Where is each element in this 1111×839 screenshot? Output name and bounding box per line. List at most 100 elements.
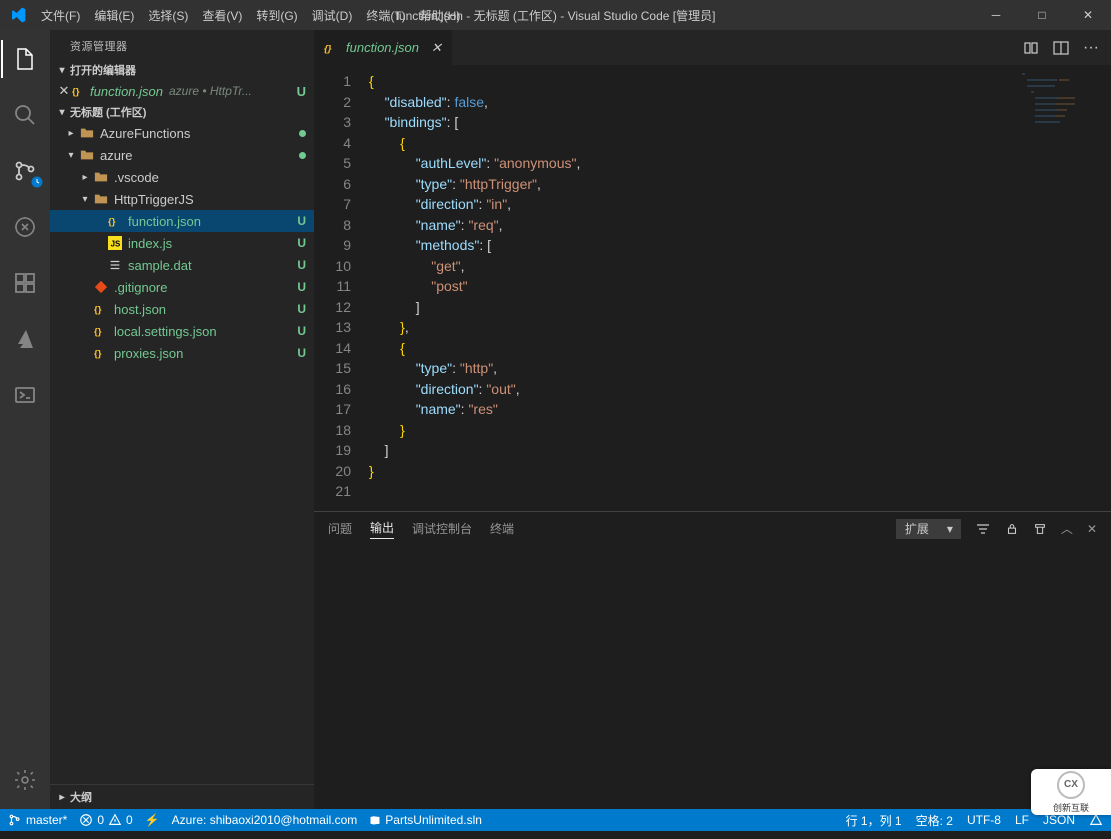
tree-label: sample.dat <box>128 258 192 273</box>
output-channel-select[interactable]: 扩展 <box>896 519 961 539</box>
solution-status[interactable]: PartsUnlimited.sln <box>369 813 482 827</box>
source-control-icon[interactable] <box>1 152 49 190</box>
activity-bar <box>0 30 50 809</box>
tree-label: azure <box>100 148 133 163</box>
workspace-section[interactable]: ▾无标题 (工作区) <box>50 102 314 122</box>
filter-icon[interactable] <box>975 521 991 537</box>
window-title: function.json - 无标题 (工作区) - Visual Studi… <box>396 7 716 24</box>
menu-item[interactable]: 查看(V) <box>196 7 248 24</box>
svg-text:{}: {} <box>94 349 102 360</box>
panel-tab[interactable]: 问题 <box>328 520 352 537</box>
minimap[interactable] <box>1017 71 1097 201</box>
menu-item[interactable]: 编辑(E) <box>88 7 140 24</box>
status-bar: master* 0 0 ⚡ Azure: shibaoxi2010@hotmai… <box>0 809 1111 831</box>
editor-tabs: {} function.json ✕ ··· <box>314 30 1111 65</box>
close-icon[interactable]: ✕ <box>56 83 72 99</box>
azure-icon[interactable] <box>1 320 49 358</box>
json-icon: {} <box>92 302 110 316</box>
file-item[interactable]: {}local.settings.jsonU <box>50 320 314 342</box>
tree-label: AzureFunctions <box>100 126 190 141</box>
maximize-button[interactable]: □ <box>1019 0 1065 30</box>
json-icon: {} <box>92 346 110 360</box>
more-icon[interactable]: ··· <box>1083 39 1099 57</box>
settings-gear-icon[interactable] <box>1 761 49 799</box>
tab-function-json[interactable]: {} function.json ✕ <box>314 30 453 65</box>
svg-text:{}: {} <box>108 217 116 228</box>
code-content[interactable]: { "disabled": false, "bindings": [ { "au… <box>369 65 1111 511</box>
tree-label: HttpTriggerJS <box>114 192 194 207</box>
file-item[interactable]: {}host.jsonU <box>50 298 314 320</box>
folder-item[interactable]: ▸AzureFunctions <box>50 122 314 144</box>
eol-status[interactable]: LF <box>1015 813 1029 827</box>
js-icon: JS <box>106 236 124 250</box>
sidebar: 资源管理器 ▾打开的编辑器 ✕ {} function.json azure •… <box>50 30 314 809</box>
git-branch-status[interactable]: master* <box>8 813 67 827</box>
code-editor[interactable]: 123456789101112131415161718192021 { "dis… <box>314 65 1111 511</box>
tree-label: index.js <box>128 236 172 251</box>
json-icon: {} <box>106 214 124 228</box>
file-item[interactable]: JSindex.jsU <box>50 232 314 254</box>
explorer-icon[interactable] <box>1 40 49 78</box>
menu-item[interactable]: 转到(G) <box>250 7 303 24</box>
azure-functions-status[interactable]: ⚡ <box>145 813 160 827</box>
azure-account-status[interactable]: Azure: shibaoxi2010@hotmail.com <box>172 813 358 827</box>
folder-item[interactable]: ▾azure <box>50 144 314 166</box>
file-item[interactable]: {}proxies.jsonU <box>50 342 314 364</box>
folder-icon <box>78 148 96 162</box>
json-icon: {} <box>92 324 110 338</box>
svg-text:{}: {} <box>94 327 102 338</box>
title-bar: 文件(F)编辑(E)选择(S)查看(V)转到(G)调试(D)终端(T)帮助(H)… <box>0 0 1111 30</box>
problems-status[interactable]: 0 0 <box>79 813 132 827</box>
collapse-panel-icon[interactable]: ︿ <box>1061 520 1073 537</box>
line-numbers: 123456789101112131415161718192021 <box>314 65 369 511</box>
tree-label: proxies.json <box>114 346 183 361</box>
feedback-icon[interactable] <box>1089 813 1103 827</box>
split-editor-icon[interactable] <box>1053 40 1069 56</box>
clear-icon[interactable] <box>1033 522 1047 536</box>
json-file-icon: {} <box>72 84 86 98</box>
search-icon[interactable] <box>1 96 49 134</box>
close-icon[interactable]: ✕ <box>431 40 442 56</box>
svg-text:JS: JS <box>111 240 121 249</box>
cursor-position-status[interactable]: 行 1，列 1 <box>846 812 902 829</box>
file-item[interactable]: sample.datU <box>50 254 314 276</box>
close-button[interactable]: ✕ <box>1065 0 1111 30</box>
panel-tab[interactable]: 调试控制台 <box>412 520 472 537</box>
file-tree: ▸AzureFunctions▾azure▸.vscode▾HttpTrigge… <box>50 122 314 364</box>
tree-label: local.settings.json <box>114 324 217 339</box>
debug-icon[interactable] <box>1 208 49 246</box>
open-editor-item[interactable]: ✕ {} function.json azure • HttpTr... U <box>50 80 314 102</box>
encoding-status[interactable]: UTF-8 <box>967 813 1001 827</box>
editor-area: {} function.json ✕ ··· 12345678910111213… <box>314 30 1111 809</box>
sidebar-title: 资源管理器 <box>50 30 314 60</box>
svg-text:{}: {} <box>72 87 80 98</box>
file-item[interactable]: {}function.jsonU <box>50 210 314 232</box>
folder-item[interactable]: ▾HttpTriggerJS <box>50 188 314 210</box>
lock-icon[interactable] <box>1005 522 1019 536</box>
compare-icon[interactable] <box>1023 40 1039 56</box>
tree-label: .vscode <box>114 170 159 185</box>
tree-label: function.json <box>128 214 201 229</box>
output-content[interactable] <box>314 545 1111 809</box>
open-editors-section[interactable]: ▾打开的编辑器 <box>50 60 314 80</box>
file-item[interactable]: .gitignoreU <box>50 276 314 298</box>
json-file-icon: {} <box>324 41 340 55</box>
bottom-panel: 问题 输出 调试控制台 终端 扩展 ︿ ✕ <box>314 511 1111 809</box>
panel-tab[interactable]: 终端 <box>490 520 514 537</box>
close-panel-icon[interactable]: ✕ <box>1087 522 1097 536</box>
menu-item[interactable]: 文件(F) <box>35 7 86 24</box>
minimize-button[interactable]: ─ <box>973 0 1019 30</box>
menu-item[interactable]: 选择(S) <box>142 7 194 24</box>
menu-item[interactable]: 调试(D) <box>306 7 359 24</box>
panel-tabs: 问题 输出 调试控制台 终端 扩展 ︿ ✕ <box>314 512 1111 545</box>
editor-scrollbar[interactable] <box>1097 65 1111 511</box>
powershell-icon[interactable] <box>1 376 49 414</box>
language-status[interactable]: JSON <box>1043 813 1075 827</box>
extensions-icon[interactable] <box>1 264 49 302</box>
folder-icon <box>92 170 110 184</box>
outline-section[interactable]: ▸大纲 <box>50 784 314 809</box>
panel-tab[interactable]: 输出 <box>370 519 394 539</box>
svg-text:{}: {} <box>324 43 332 54</box>
indentation-status[interactable]: 空格: 2 <box>916 812 953 829</box>
folder-item[interactable]: ▸.vscode <box>50 166 314 188</box>
